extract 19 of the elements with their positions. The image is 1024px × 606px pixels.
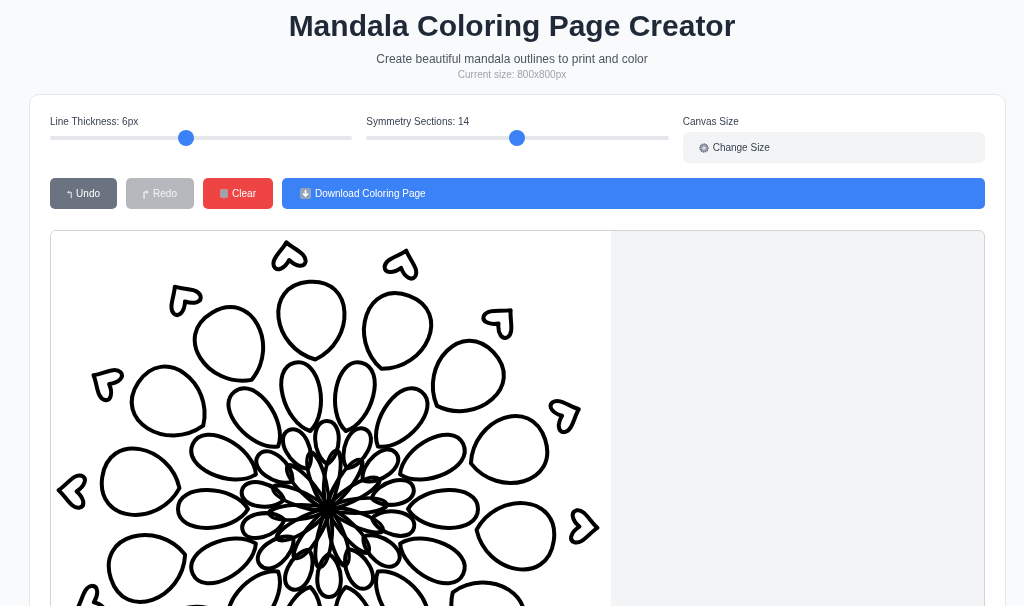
gear-icon	[698, 142, 709, 153]
slider-track[interactable]	[50, 130, 353, 146]
download-button[interactable]: Download Coloring Page	[282, 178, 985, 209]
subtitle: Create beautiful mandala outlines to print and color	[376, 52, 648, 66]
redo-arrow-icon	[143, 188, 150, 199]
trash-icon	[220, 188, 229, 199]
slider-thumb[interactable]	[509, 130, 526, 146]
slider-label: Symmetry Sections: 14	[366, 116, 471, 127]
change-size-button[interactable]: Change Size	[682, 132, 985, 163]
slider-track[interactable]	[366, 130, 669, 146]
size-note: Current size: 800x800px	[457, 69, 567, 80]
undo-arrow-icon	[67, 188, 73, 199]
clear-button[interactable]: Clear	[203, 178, 273, 209]
page-title: Mandala Coloring Page Creator	[288, 8, 736, 44]
slider-thumb[interactable]	[178, 130, 195, 146]
undo-button[interactable]: Undo	[50, 178, 117, 209]
canvas-size-label: Canvas Size	[682, 116, 740, 127]
download-icon	[300, 188, 311, 199]
slider-label: Line Thickness: 6px	[50, 116, 140, 127]
